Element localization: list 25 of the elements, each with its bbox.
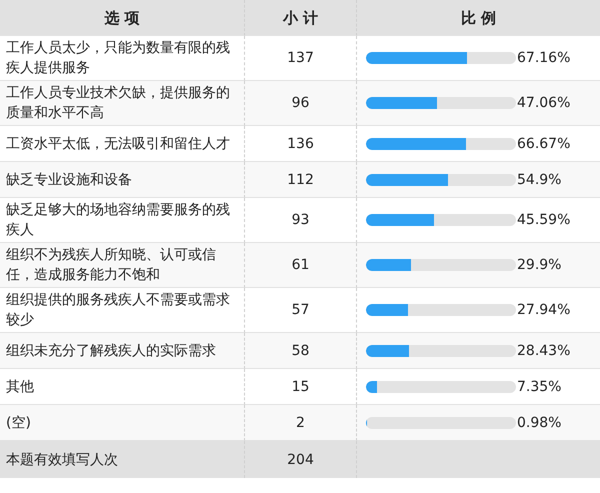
count-cell: 2: [245, 405, 357, 441]
count-cell: 58: [245, 333, 357, 369]
footer-count: 204: [245, 441, 357, 478]
column-header: 比 例: [357, 0, 600, 36]
option-cell: 工作人员专业技术欠缺，提供服务的质量和水平不高: [0, 81, 245, 126]
percent-text: 66.67%: [517, 134, 570, 154]
footer-label: 本题有效填写人次: [0, 441, 245, 478]
percent-text: 45.59%: [517, 211, 570, 230]
percent-text: 0.98%: [517, 414, 562, 432]
column-header: 小 计: [245, 0, 357, 36]
column-header: 选 项: [0, 0, 245, 36]
option-cell: 组织不为残疾人所知晓、认可或信任，造成服务能力不饱和: [0, 243, 245, 288]
percent-text: 28.43%: [517, 342, 570, 360]
percent-text: 47.06%: [517, 94, 570, 113]
percent-text: 27.94%: [517, 301, 570, 320]
option-cell: 组织未充分了解残疾人的实际需求: [0, 333, 245, 369]
percent-text: 7.35%: [517, 378, 562, 396]
percent-text: 54.9%: [517, 170, 562, 190]
option-cell: 缺乏专业设施和设备: [0, 162, 245, 198]
count-cell: 61: [245, 243, 357, 288]
count-cell: 112: [245, 162, 357, 198]
percent-text: 67.16%: [517, 49, 570, 68]
percent-text: 29.9%: [517, 256, 562, 275]
option-cell: (空): [0, 405, 245, 441]
count-cell: 96: [245, 81, 357, 126]
